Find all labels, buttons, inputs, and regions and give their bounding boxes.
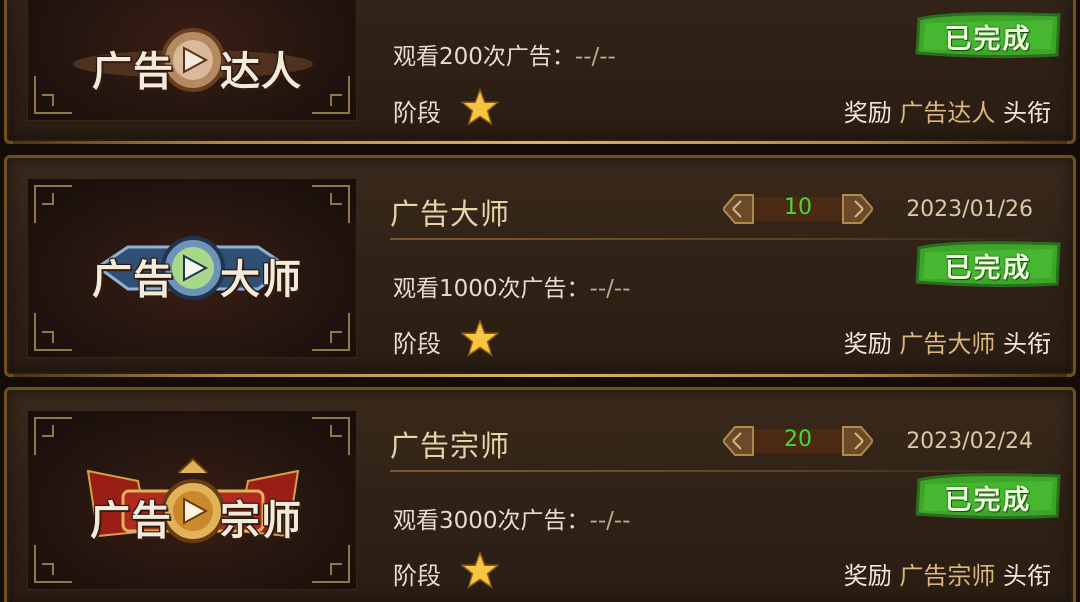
- reward-title-name: 广告大师: [899, 330, 996, 358]
- achievement-card-ad-grandmaster: 广告 宗师 广告宗师 20 2023/02/24 观看3000次广告：--/--: [4, 387, 1076, 602]
- reward-suffix: 头衔: [1003, 330, 1051, 358]
- reward-text: 奖励 广告大师 头衔: [844, 324, 1051, 359]
- completed-label: 已完成: [944, 24, 1032, 55]
- completion-date: 2023/01/26: [906, 197, 1033, 222]
- badge-word-right: 宗师: [220, 498, 302, 544]
- stage-label: 阶段: [393, 562, 441, 590]
- completion-date: 2023/02/24: [906, 429, 1033, 454]
- star-icon: [461, 551, 499, 589]
- reward-prefix: 奖励: [843, 330, 892, 358]
- badge-frame: 广告 大师: [27, 178, 357, 358]
- stage-label: 阶段: [393, 99, 441, 127]
- badge-word-right: 大师: [220, 257, 302, 303]
- description-text: 观看1000次广告：: [393, 276, 590, 302]
- ad-grandmaster-badge-icon: [86, 457, 300, 543]
- star-icon: [461, 88, 499, 126]
- badge-word-left: 广告: [90, 498, 172, 544]
- level-plaque: 10: [723, 191, 873, 227]
- badge-word-left: 广告: [92, 49, 174, 95]
- progress-text: --/--: [589, 508, 631, 534]
- reward-title-name: 广告宗师: [899, 562, 996, 590]
- achievement-title: 广告宗师: [390, 429, 511, 463]
- level-number: 10: [784, 195, 812, 220]
- description-text: 观看200次广告：: [393, 44, 575, 70]
- description-text: 观看3000次广告：: [393, 508, 590, 534]
- stage-label: 阶段: [393, 330, 441, 358]
- progress-text: --/--: [589, 276, 631, 302]
- reward-suffix: 头衔: [1003, 99, 1051, 127]
- achievement-description: 观看3000次广告：--/--: [393, 501, 631, 535]
- achievement-description: 观看1000次广告：--/--: [393, 269, 631, 303]
- ad-master-badge-icon: [95, 236, 291, 300]
- badge-frame: 广告 宗师: [27, 410, 357, 590]
- reward-prefix: 奖励: [843, 99, 892, 127]
- achievement-description: 观看200次广告：--/--: [393, 37, 616, 71]
- level-plaque: 20: [723, 423, 873, 459]
- badge-word-right: 达人: [220, 49, 302, 95]
- achievement-title: 广告大师: [390, 197, 511, 231]
- reward-text: 奖励 广告宗师 头衔: [844, 556, 1051, 591]
- level-number: 20: [784, 427, 812, 452]
- progress-text: --/--: [574, 44, 616, 70]
- achievement-list: 广告 达人 观看200次广告：--/-- 阶段 奖励 广告达人 头衔 已完成 广…: [0, 0, 1080, 602]
- badge-word-left: 广告: [92, 257, 174, 303]
- achievement-card-ad-expert: 广告 达人 观看200次广告：--/-- 阶段 奖励 广告达人 头衔 已完成: [4, 0, 1076, 144]
- badge-frame: 广告 达人: [27, 0, 357, 121]
- completed-label: 已完成: [944, 253, 1032, 284]
- completed-label: 已完成: [944, 485, 1032, 516]
- completed-stamp: 已完成: [913, 238, 1063, 290]
- star-icon: [461, 319, 499, 357]
- reward-text: 奖励 广告达人 头衔: [844, 93, 1051, 128]
- ad-expert-badge-icon: [73, 28, 313, 92]
- reward-suffix: 头衔: [1003, 562, 1051, 590]
- completed-stamp: 已完成: [913, 9, 1063, 61]
- reward-prefix: 奖励: [843, 562, 892, 590]
- reward-title-name: 广告达人: [899, 99, 996, 127]
- completed-stamp: 已完成: [913, 470, 1063, 522]
- achievement-card-ad-master: 广告 大师 广告大师 10 2023/01/26 观看1000次广告：--/--: [4, 155, 1076, 377]
